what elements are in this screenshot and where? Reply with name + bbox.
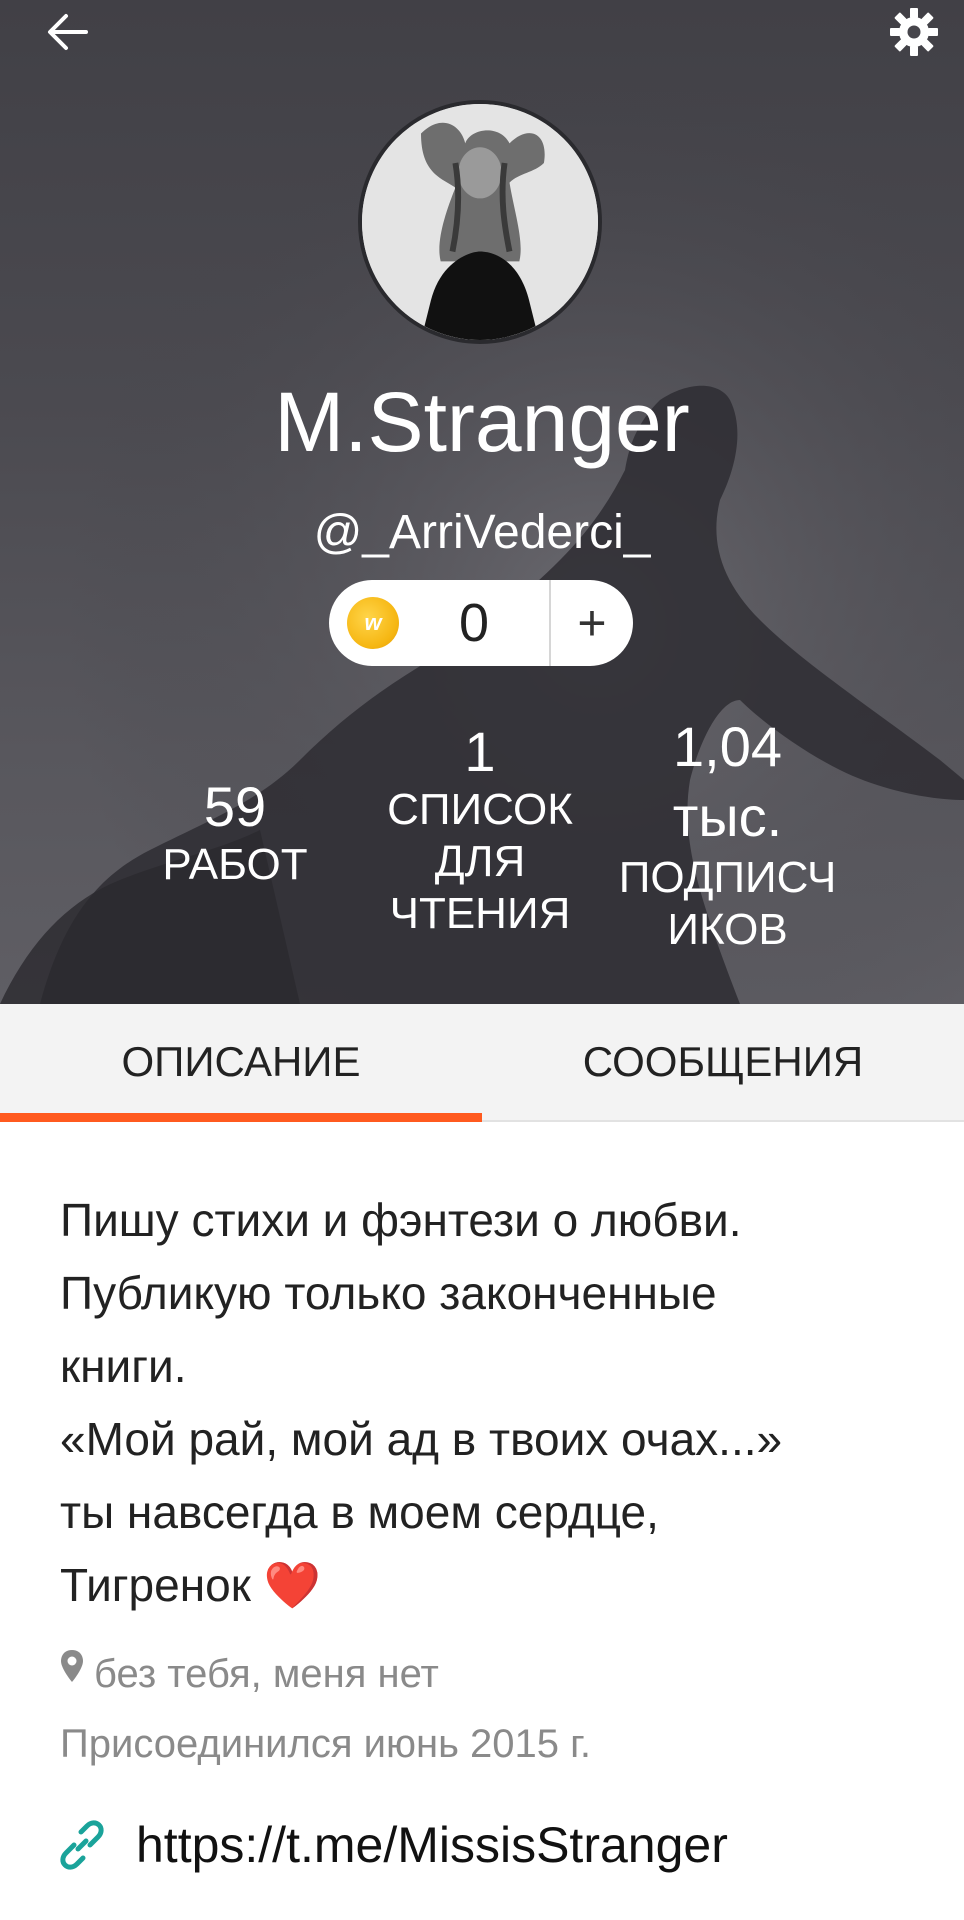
back-button[interactable] (18, 0, 118, 64)
stat-followers-unit: тыс. (672, 785, 783, 848)
stat-followers-label-2: ИКОВ (667, 905, 788, 954)
profile-tabs: ОПИСАНИЕ СООБЩЕНИЯ (0, 1004, 964, 1122)
joined-date: Присоединился июнь 2015 г. (60, 1722, 591, 1766)
stat-followers-label-1: ПОДПИСЧ (618, 853, 837, 902)
stat-works[interactable]: 59 РАБОТ (140, 775, 330, 891)
settings-button[interactable] (864, 0, 964, 64)
arrow-left-icon (48, 14, 88, 50)
coin-balance-pill: w 0 + (329, 580, 633, 666)
profile-screen: M.Stranger @_ArriVederci_ w 0 + 59 РАБОТ… (0, 0, 964, 1920)
coin-icon: w (347, 597, 399, 649)
location-text: без тебя, меня нет (94, 1652, 439, 1696)
stat-works-label: РАБОТ (162, 840, 308, 889)
stat-reading-lists-label-3: ЧТЕНИЯ (389, 889, 571, 938)
stat-reading-lists-label-2: ДЛЯ (434, 837, 526, 886)
coin-count: 0 (458, 593, 490, 653)
stat-works-value: 59 (203, 775, 267, 838)
add-coins-button[interactable]: + (551, 580, 633, 666)
display-name: M.Stranger (274, 375, 690, 469)
gear-icon (890, 8, 938, 56)
link-icon (60, 1820, 104, 1870)
tab-messages[interactable]: СООБЩЕНИЯ (482, 1004, 964, 1120)
stat-followers-value: 1,04 (673, 715, 782, 778)
location-row: без тебя, меня нет (60, 1649, 439, 1697)
external-link-row[interactable]: https://t.me/MissisStranger (56, 1816, 728, 1874)
tab-description[interactable]: ОПИСАНИЕ (0, 1004, 482, 1122)
stat-followers[interactable]: 1,04 тыс. ПОДПИСЧ ИКОВ (600, 712, 855, 956)
avatar-photo (362, 104, 598, 340)
profile-bio: Пишу стихи и фэнтези о любви. Публикую т… (60, 1194, 783, 1611)
stat-reading-lists-label-1: СПИСОК (387, 785, 573, 834)
external-link-text[interactable]: https://t.me/MissisStranger (136, 1816, 728, 1874)
location-pin-icon (61, 1649, 83, 1682)
username: @_ArriVederci_ (313, 506, 651, 559)
stat-reading-lists[interactable]: 1 СПИСОК ДЛЯ ЧТЕНИЯ (365, 720, 595, 940)
stat-reading-lists-value: 1 (464, 720, 496, 783)
avatar[interactable] (358, 100, 602, 344)
profile-header: M.Stranger @_ArriVederci_ w 0 + 59 РАБОТ… (0, 0, 964, 1004)
